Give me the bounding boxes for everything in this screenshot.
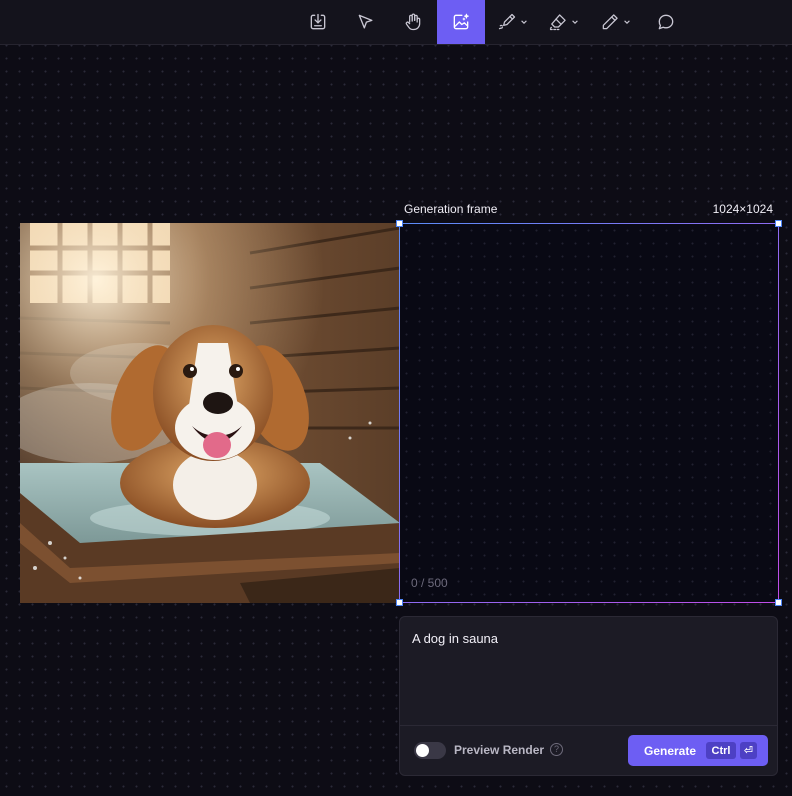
- comment-icon: [658, 14, 674, 30]
- resize-handle-bottom-right[interactable]: [775, 599, 782, 606]
- eraser-tool-button[interactable]: [543, 0, 583, 44]
- help-icon[interactable]: ?: [550, 743, 563, 756]
- resize-handle-top-right[interactable]: [775, 220, 782, 227]
- enter-key-icon: ⏎: [740, 742, 757, 759]
- generate-button-label: Generate: [644, 743, 697, 758]
- canvas-image[interactable]: [20, 223, 400, 603]
- generate-image-icon: [453, 13, 469, 30]
- preview-render-toggle[interactable]: [414, 742, 446, 759]
- pencil-icon: [602, 14, 618, 30]
- panel-divider: [400, 725, 777, 726]
- generate-button[interactable]: Generate Ctrl ⏎: [628, 735, 768, 766]
- eraser-icon: [549, 14, 566, 31]
- resize-handle-bottom-left[interactable]: [396, 599, 403, 606]
- hand-tool-button[interactable]: [397, 0, 429, 44]
- prompt-char-counter: 0 / 500: [411, 576, 448, 590]
- brush-tool-button[interactable]: [492, 0, 532, 44]
- preview-render-label: Preview Render: [454, 743, 545, 757]
- select-tool-button[interactable]: [350, 0, 382, 44]
- hand-pan-icon: [405, 13, 421, 31]
- generation-frame-label: Generation frame: [404, 202, 498, 216]
- import-icon: [310, 13, 326, 30]
- select-arrow-icon: [358, 14, 373, 29]
- prompt-panel: A dog in sauna Preview Render ? Generate…: [399, 616, 778, 776]
- shortcut-ctrl-key: Ctrl: [706, 742, 736, 759]
- pencil-tool-button[interactable]: [595, 0, 635, 44]
- generation-frame[interactable]: 0 / 500: [399, 223, 779, 603]
- dog-sauna-image: [20, 223, 400, 603]
- chevron-down-icon: [571, 20, 578, 24]
- brush-icon: [498, 13, 515, 30]
- comment-tool-button[interactable]: [650, 0, 682, 44]
- top-toolbar: [0, 0, 792, 45]
- prompt-input[interactable]: A dog in sauna: [412, 631, 498, 646]
- toggle-knob: [416, 744, 429, 757]
- import-tool-button[interactable]: [302, 0, 334, 44]
- generation-frame-size: 1024×1024: [712, 202, 773, 216]
- resize-handle-top-left[interactable]: [396, 220, 403, 227]
- chevron-down-icon: [623, 20, 630, 24]
- chevron-down-icon: [520, 20, 527, 24]
- generate-tool-button[interactable]: [437, 0, 485, 44]
